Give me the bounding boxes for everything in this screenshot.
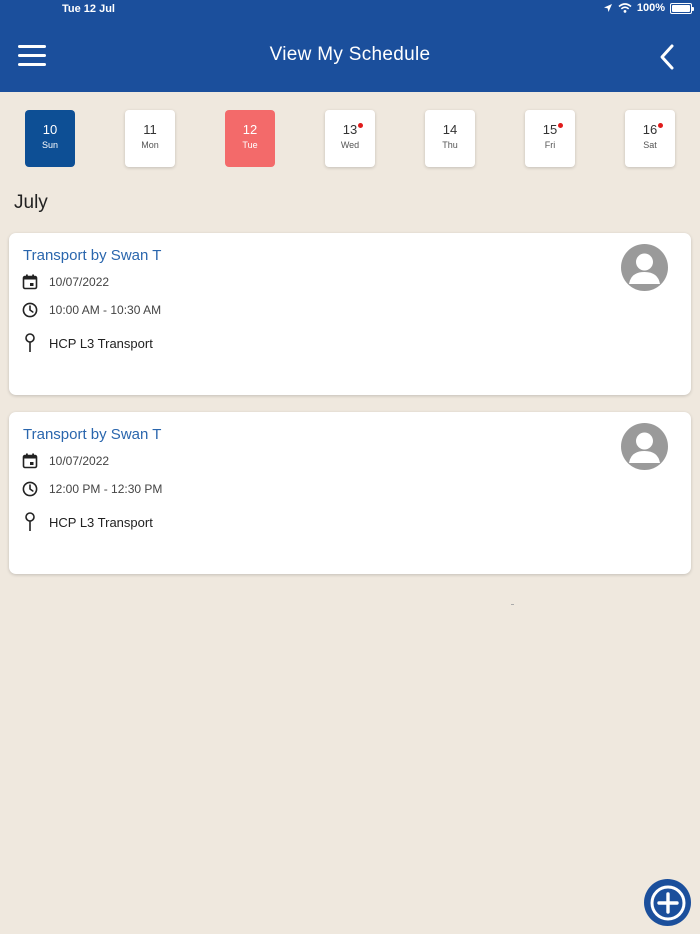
event-dot-icon [558,123,564,128]
plus-circle-icon [650,885,685,920]
date-number: 13 [325,122,375,137]
appointment-location: HCP L3 Transport [49,514,153,530]
chevron-left-icon [660,44,674,70]
day-of-week: Thu [442,140,458,150]
day-of-week: Sun [41,140,58,150]
page-title: View My Schedule [269,44,431,65]
appointment-title: Transport by Swan T [23,247,162,264]
date-tile-mon[interactable]: 11 Mon [125,110,175,167]
wifi-icon [618,3,632,13]
appointment-time-row: 10:00 AM - 10:30 AM [21,301,161,319]
status-time: Tue 12 Jul [62,3,115,15]
appointment-date-row: 10/07/2022 [21,273,109,291]
appointment-location-row: HCP L3 Transport [21,512,153,531]
appointment-date: 10/07/2022 [49,275,110,289]
appointment-card[interactable]: Transport by Swan T 10/07/2022 10:00 AM - … [9,233,691,395]
date-number: 10 [25,122,75,137]
date-tile-sun[interactable]: 10 Sun [25,110,75,167]
date-number: 12 [225,122,275,137]
calendar-icon [21,452,39,470]
date-number-text: 15 [542,122,558,137]
appointment-time: 10:00 AM - 10:30 AM [49,303,162,317]
appointment-location-row: HCP L3 Transport [21,333,153,352]
date-number-text: 10 [42,122,58,137]
day-of-week: Sat [643,140,657,150]
date-number: 11 [125,122,175,137]
date-tile-fri[interactable]: 15 Fri [525,110,575,167]
date-number: 14 [425,122,475,137]
day-of-week: Wed [340,140,360,150]
appointment-time: 12:00 PM - 12:30 PM [49,482,163,496]
day-of-week: Tue [242,140,258,150]
date-number-text: 14 [442,122,458,137]
date-number-text: 16 [642,122,658,137]
date-number: 16 [625,122,675,137]
month-label: July [14,192,48,213]
appointment-title: Transport by Swan T [23,426,162,443]
app-header: Tue 12 Jul 100% View My Schedule [0,0,700,92]
date-tile-sat[interactable]: 16 Sat [625,110,675,167]
date-number: 15 [525,122,575,137]
back-button[interactable] [656,42,678,72]
divider-mark [511,604,514,605]
location-pin-icon [21,512,39,531]
avatar [621,244,668,291]
date-number-text: 12 [242,122,258,137]
appointment-location: HCP L3 Transport [49,335,153,351]
calendar-icon [21,273,39,291]
event-dot-icon [658,123,664,128]
event-dot-icon [358,123,364,128]
day-of-week: Fri [544,140,556,150]
location-arrow-icon [603,4,612,12]
appointment-card[interactable]: Transport by Swan T 10/07/2022 12:00 PM - … [9,412,691,574]
appointment-time-row: 12:00 PM - 12:30 PM [21,480,162,498]
clock-icon [21,301,39,319]
location-pin-icon [21,333,39,352]
add-appointment-button[interactable] [644,879,691,926]
avatar [621,423,668,470]
date-number-text: 11 [143,122,157,137]
day-of-week: Mon [141,140,159,150]
status-indicators: 100% [603,2,694,14]
date-number-text: 13 [342,122,358,137]
appointment-date-row: 10/07/2022 [21,452,109,470]
date-tile-thu[interactable]: 14 Thu [425,110,475,167]
appointment-date: 10/07/2022 [49,454,110,468]
status-bar: Tue 12 Jul 100% [0,0,700,20]
battery-percent: 100% [636,2,665,14]
date-tile-wed[interactable]: 13 Wed [325,110,375,167]
clock-icon [21,480,39,498]
battery-icon [670,2,694,14]
date-strip: 10 Sun 11 Mon 12 Tue 13 Wed 14 Thu 15 Fri 16 Sat [0,110,700,168]
date-tile-tue[interactable]: 12 Tue [225,110,275,167]
